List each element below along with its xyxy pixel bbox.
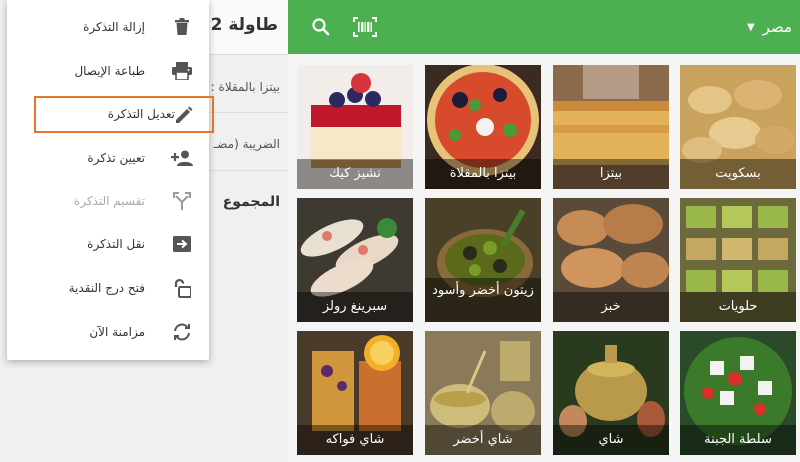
product-tile[interactable]: شاي أخضر — [425, 331, 541, 455]
ticket-options-menu: إزالة التذكرة طباعة الإيصال تعديل التذكر… — [7, 0, 214, 360]
product-name: بيتزا بالمقلاة — [425, 159, 541, 189]
ticket-header: طاولة 2 — [209, 0, 288, 55]
product-name: شاي أخضر — [425, 425, 541, 455]
product-name: بيتزا — [553, 159, 669, 189]
ticket-panel: طاولة 2 بيتزا بالمقلاة : الضريبة (مضـ ال… — [209, 0, 288, 462]
menu-item-label: طباعة الإيصال — [74, 64, 145, 78]
category-label: مصر — [762, 18, 792, 36]
product-tile[interactable]: حلويات — [680, 198, 796, 322]
product-name: سلطة الجبنة — [680, 425, 796, 455]
product-tile[interactable]: زيتون أخضر وأسود — [425, 198, 541, 322]
product-name: تشيز كيك — [297, 159, 413, 189]
product-name: حلويات — [680, 292, 796, 322]
add-user-icon — [171, 147, 193, 169]
tax-label: الضريبة (مضـ — [213, 137, 280, 151]
total-label: المجموع — [222, 194, 280, 210]
divider — [209, 170, 288, 171]
search-icon[interactable] — [306, 12, 336, 42]
product-tile[interactable]: سبرينغ رولز — [297, 198, 413, 322]
menu-item-assign-ticket[interactable]: تعيين تذكرة — [7, 137, 209, 179]
product-tile[interactable]: بيتزا بالمقلاة — [425, 65, 541, 189]
divider — [209, 112, 288, 113]
trash-icon — [171, 16, 193, 38]
product-tile[interactable]: خبز — [553, 198, 669, 322]
sync-icon — [171, 321, 193, 343]
menu-item-sync-now[interactable]: مزامنة الآن — [7, 311, 209, 353]
product-tile[interactable]: بيتزا — [553, 65, 669, 189]
printer-icon — [171, 60, 193, 82]
menu-item-label: مزامنة الآن — [89, 325, 145, 339]
product-tile[interactable]: شاي فواكه — [297, 331, 413, 455]
ticket-line-item[interactable]: بيتزا بالمقلاة : — [211, 80, 280, 94]
product-tile[interactable]: بسكويت — [680, 65, 796, 189]
unlock-icon — [171, 277, 193, 299]
product-tile[interactable]: تشيز كيك — [297, 65, 413, 189]
menu-item-label: فتح درج النقدية — [68, 281, 145, 295]
product-tile[interactable]: سلطة الجبنة — [680, 331, 796, 455]
menu-item-move-ticket[interactable]: نقل التذكرة — [7, 223, 209, 265]
product-tile[interactable]: شاي — [553, 331, 669, 455]
barcode-scan-icon[interactable] — [350, 12, 380, 42]
menu-item-label: إزالة التذكرة — [83, 20, 145, 34]
menu-item-remove-ticket[interactable]: إزالة التذكرة — [7, 6, 209, 48]
product-name: شاي فواكه — [297, 425, 413, 455]
menu-item-open-cash-drawer[interactable]: فتح درج النقدية — [7, 267, 209, 309]
split-icon — [171, 190, 193, 212]
product-name: شاي — [553, 425, 669, 455]
product-name: بسكويت — [680, 159, 796, 189]
product-grid: بسكويت بيتزا بيتزا بالمقلاة تشيز كيك حلو… — [288, 54, 800, 462]
product-name: سبرينغ رولز — [297, 292, 413, 322]
category-dropdown[interactable]: مصر ▼ — [747, 12, 792, 42]
pencil-icon — [173, 104, 195, 126]
menu-item-label: نقل التذكرة — [87, 237, 145, 251]
chevron-down-icon: ▼ — [746, 21, 755, 33]
table-title: طاولة 2 — [210, 15, 278, 35]
products-panel: مصر ▼ بسكويت بيتزا بيتزا بالمقلاة تشيز ك… — [288, 0, 800, 462]
menu-item-edit-ticket[interactable]: تعديل التذكرة — [34, 96, 214, 133]
menu-item-label: تعيين تذكرة — [87, 151, 145, 165]
top-bar: مصر ▼ — [288, 0, 800, 54]
move-arrow-icon — [171, 233, 193, 255]
menu-item-split-ticket[interactable]: تقسيم التذكرة — [7, 180, 209, 222]
product-name: خبز — [553, 292, 669, 322]
menu-item-print-receipt[interactable]: طباعة الإيصال — [7, 50, 209, 92]
product-name: زيتون أخضر وأسود — [425, 278, 541, 322]
menu-item-label: تعديل التذكرة — [107, 107, 175, 121]
menu-item-label: تقسيم التذكرة — [73, 194, 145, 208]
